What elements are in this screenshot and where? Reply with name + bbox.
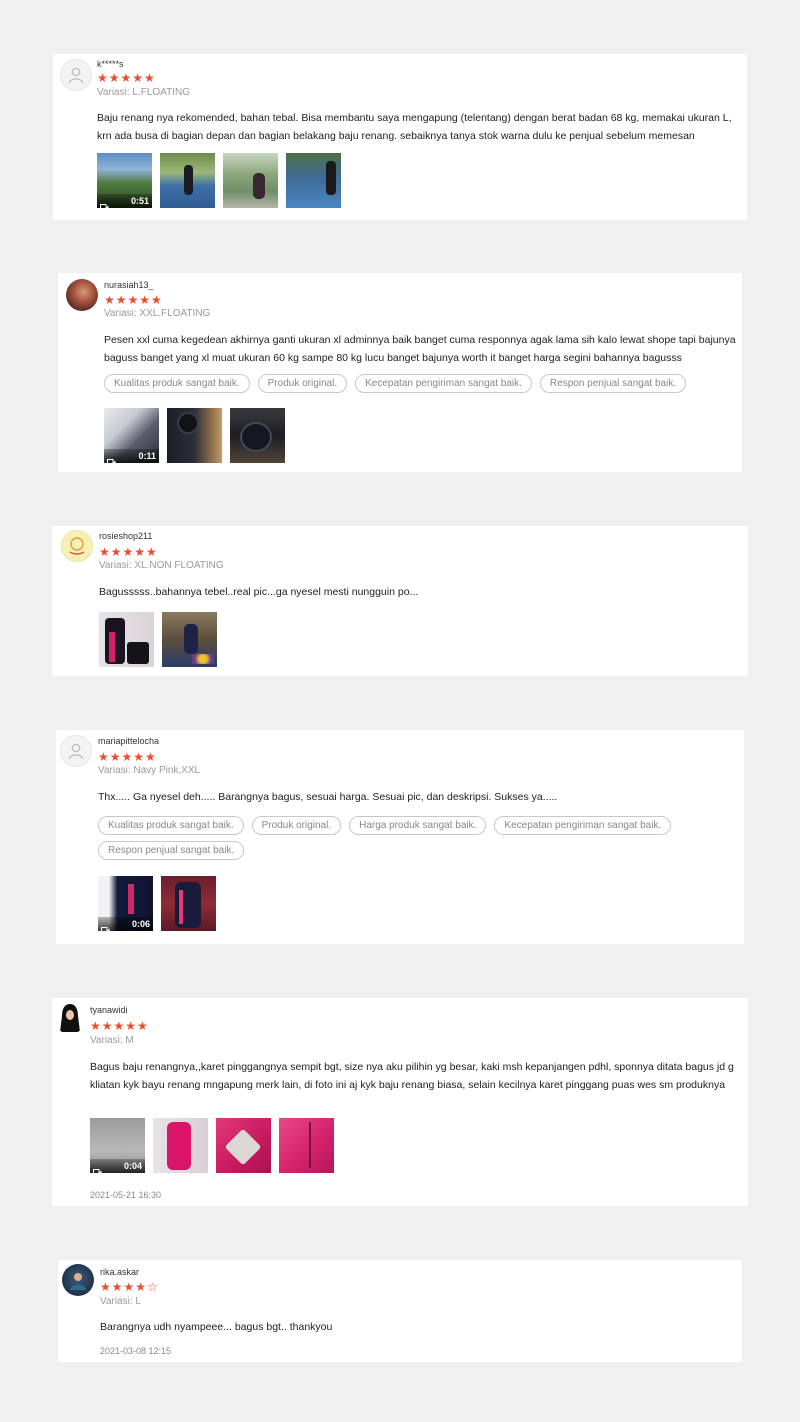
review-tag: Kecepatan pengiriman sangat baik. bbox=[355, 374, 532, 393]
rating-stars: ★★★★★ bbox=[97, 71, 156, 85]
avatar[interactable] bbox=[60, 59, 92, 91]
video-overlay: 0:04 bbox=[90, 1159, 145, 1173]
video-thumbnail[interactable]: 0:06 bbox=[98, 876, 153, 931]
rating-stars: ★★★★☆ bbox=[100, 1280, 159, 1294]
video-camera-icon bbox=[93, 1163, 102, 1173]
video-overlay: 0:11 bbox=[104, 449, 159, 463]
review-comment: Bagus baju renangnya,,karet pinggangnya … bbox=[90, 1061, 734, 1091]
review-media: 0:51 bbox=[97, 153, 341, 208]
variant-label: Variasi: L bbox=[100, 1296, 141, 1307]
rating-stars: ★★★★★ bbox=[90, 1019, 149, 1033]
video-camera-icon bbox=[100, 198, 109, 208]
user-silhouette-icon bbox=[68, 67, 84, 84]
photo-thumbnail[interactable] bbox=[279, 1118, 334, 1173]
photo-thumbnail[interactable] bbox=[223, 153, 278, 208]
photo-thumbnail[interactable] bbox=[230, 408, 285, 463]
photo-thumbnail[interactable] bbox=[167, 408, 222, 463]
avatar[interactable] bbox=[54, 1002, 86, 1034]
review-tag: Produk original. bbox=[257, 374, 348, 393]
review-comment: Bagusssss..bahannya tebel..real pic...ga… bbox=[99, 586, 419, 598]
review-tag: Kualitas produk sangat baik. bbox=[104, 374, 250, 393]
review-media: 0:11 bbox=[104, 408, 285, 463]
review-tags: Kualitas produk sangat baik. Produk orig… bbox=[104, 374, 734, 393]
photo-thumbnail[interactable] bbox=[161, 876, 216, 931]
review-tag: Respon penjual sangat baik. bbox=[98, 841, 245, 860]
shop-logo-icon bbox=[69, 537, 85, 555]
review-tags: Kualitas produk sangat baik. Produk orig… bbox=[98, 816, 738, 860]
review-media bbox=[99, 612, 217, 667]
user-silhouette-icon bbox=[68, 743, 84, 760]
avatar[interactable] bbox=[62, 1264, 94, 1296]
avatar[interactable] bbox=[60, 735, 92, 767]
video-duration: 0:51 bbox=[130, 196, 149, 206]
reviewer-username[interactable]: nurasiah13_ bbox=[104, 280, 154, 290]
review-comment: Baju renang nya rekomended, bahan tebal.… bbox=[97, 112, 732, 142]
rating-stars: ★★★★★ bbox=[104, 293, 163, 307]
profile-photo-icon bbox=[70, 1273, 86, 1290]
review-card: rosieshop211 ★★★★★ Variasi: XL.NON FLOAT… bbox=[52, 526, 748, 676]
reviewer-username[interactable]: mariapittelocha bbox=[98, 736, 159, 746]
photo-thumbnail[interactable] bbox=[216, 1118, 271, 1173]
review-comment: Thx..... Ga nyesel deh..... Barangnya ba… bbox=[98, 791, 558, 803]
video-thumbnail[interactable]: 0:51 bbox=[97, 153, 152, 208]
avatar[interactable] bbox=[66, 279, 98, 311]
review-media: 0:06 bbox=[98, 876, 216, 931]
video-duration: 0:04 bbox=[123, 1161, 142, 1171]
variant-label: Variasi: Navy Pink,XXL bbox=[98, 765, 201, 776]
video-camera-icon bbox=[101, 921, 110, 931]
video-overlay: 0:51 bbox=[97, 194, 152, 208]
review-tag: Respon penjual sangat baik. bbox=[539, 374, 687, 393]
review-tag: Harga produk sangat baik. bbox=[349, 816, 487, 835]
review-date: 2021-05-21 16:30 bbox=[90, 1190, 162, 1200]
avatar[interactable] bbox=[61, 530, 93, 562]
rating-stars: ★★★★★ bbox=[99, 545, 158, 559]
photo-thumbnail[interactable] bbox=[162, 612, 217, 667]
review-tag: Kecepatan pengiriman sangat baik. bbox=[494, 816, 672, 835]
video-duration: 0:06 bbox=[131, 919, 150, 929]
variant-label: Variasi: XL.NON FLOATING bbox=[99, 560, 224, 571]
photo-thumbnail[interactable] bbox=[160, 153, 215, 208]
review-media: 0:04 bbox=[90, 1118, 334, 1173]
video-thumbnail[interactable]: 0:11 bbox=[104, 408, 159, 463]
review-date: 2021-03-08 12:15 bbox=[100, 1346, 172, 1356]
review-card: nurasiah13_ ★★★★★ Variasi: XXL.FLOATING … bbox=[58, 273, 742, 472]
review-card: mariapittelocha ★★★★★ Variasi: Navy Pink… bbox=[56, 730, 744, 944]
photo-thumbnail[interactable] bbox=[286, 153, 341, 208]
photo-thumbnail[interactable] bbox=[99, 612, 154, 667]
variant-label: Variasi: M bbox=[90, 1035, 134, 1046]
variant-label: Variasi: XXL.FLOATING bbox=[104, 308, 211, 319]
review-comment: Pesen xxl cuma kegedean akhirnya ganti u… bbox=[104, 334, 736, 364]
review-card: k*****s ★★★★★ Variasi: L.FLOATING Baju r… bbox=[53, 54, 747, 220]
review-card: rika.askar ★★★★☆ Variasi: L Barangnya ud… bbox=[58, 1260, 742, 1362]
reviewer-username[interactable]: tyanawidi bbox=[90, 1005, 128, 1015]
review-card: tyanawidi ★★★★★ Variasi: M Bagus baju re… bbox=[52, 998, 748, 1206]
video-camera-icon bbox=[107, 453, 116, 463]
reviewer-username[interactable]: rika.askar bbox=[100, 1267, 139, 1277]
photo-thumbnail[interactable] bbox=[153, 1118, 208, 1173]
variant-label: Variasi: L.FLOATING bbox=[97, 87, 190, 98]
review-tag: Produk original. bbox=[251, 816, 342, 835]
video-overlay: 0:06 bbox=[98, 917, 153, 931]
video-thumbnail[interactable]: 0:04 bbox=[90, 1118, 145, 1173]
video-duration: 0:11 bbox=[138, 451, 156, 461]
review-tag: Kualitas produk sangat baik. bbox=[98, 816, 244, 835]
rating-stars: ★★★★★ bbox=[98, 750, 157, 764]
review-comment: Barangnya udh nyampeee... bagus bgt.. th… bbox=[100, 1321, 333, 1333]
reviewer-username[interactable]: rosieshop211 bbox=[99, 531, 152, 541]
reviewer-username[interactable]: k*****s bbox=[97, 59, 124, 69]
hijab-avatar-icon bbox=[60, 1004, 80, 1032]
